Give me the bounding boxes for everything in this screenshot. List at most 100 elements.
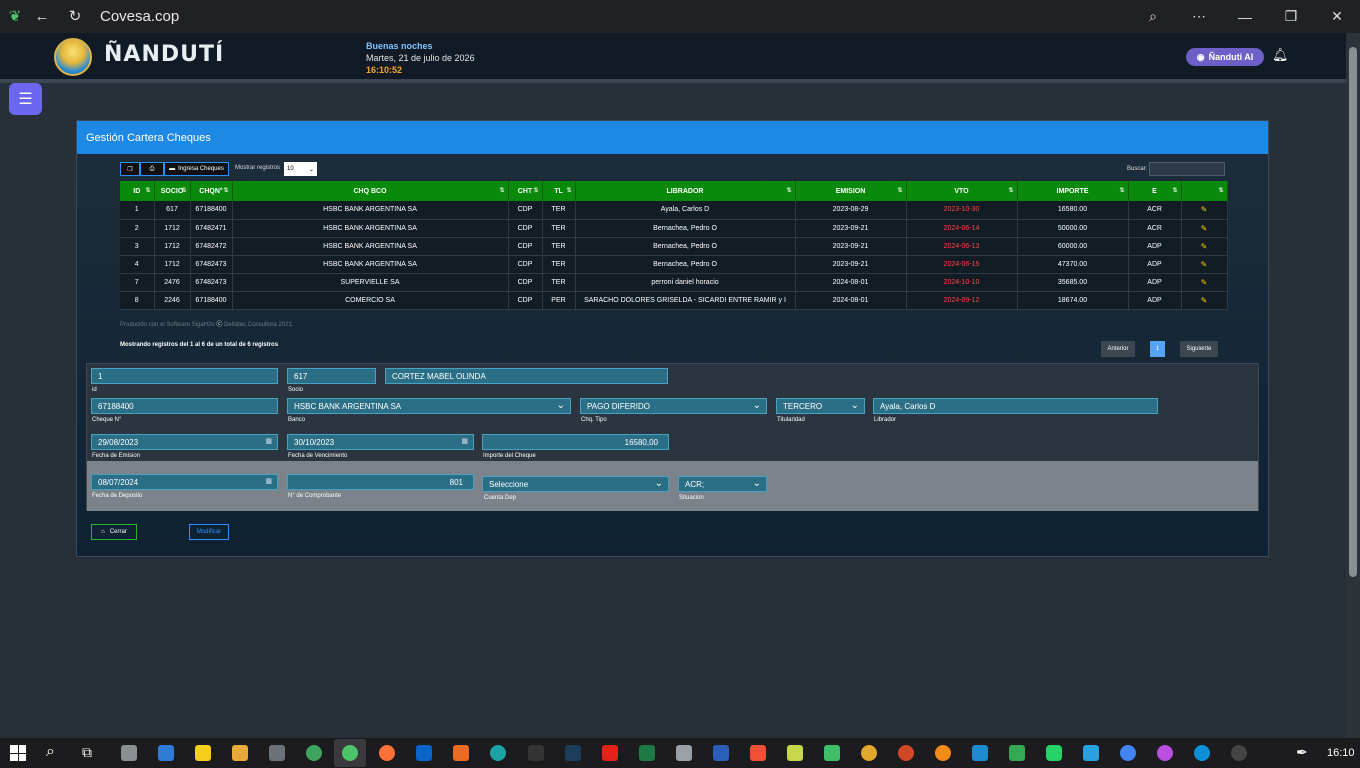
importe-field[interactable]: 16580,00: [482, 434, 669, 450]
column-header[interactable]: TL ⇅: [542, 181, 576, 201]
ingresa-cheques-button[interactable]: ▬ Ingresa Cheques: [164, 162, 229, 176]
office-icon[interactable]: [453, 745, 469, 761]
scrollbar-thumb[interactable]: [1349, 47, 1357, 577]
chrome-icon[interactable]: [1120, 745, 1136, 761]
titularidad-select[interactable]: TERCERO ⌄: [776, 398, 865, 414]
pen-icon[interactable]: ✒: [1296, 744, 1308, 761]
comprobante-field[interactable]: 801: [287, 474, 474, 490]
notepad-icon[interactable]: [787, 745, 803, 761]
ai-button[interactable]: ◉ Ñanduti AI: [1186, 48, 1264, 66]
vscode-icon[interactable]: [972, 745, 988, 761]
git-icon[interactable]: [750, 745, 766, 761]
excel-icon[interactable]: [639, 745, 655, 761]
next-page-button[interactable]: Siguiente: [1180, 341, 1218, 357]
taskbar-clock[interactable]: 16:10: [1327, 747, 1355, 759]
print-button[interactable]: ⎙: [140, 162, 164, 176]
nanduti-app-icon[interactable]: [306, 745, 322, 761]
youtube-icon[interactable]: [602, 745, 618, 761]
librador-field[interactable]: Ayala, Carlos D: [873, 398, 1158, 414]
reload-icon[interactable]: ↻: [66, 7, 84, 25]
media-app-icon[interactable]: [935, 745, 951, 761]
restore-icon[interactable]: ❐: [1268, 0, 1314, 33]
prev-page-button[interactable]: Anterior: [1101, 341, 1135, 357]
remote-app-icon[interactable]: [1083, 745, 1099, 761]
situacion-select[interactable]: ACR; ⌄: [678, 476, 767, 492]
minimize-icon[interactable]: —: [1222, 0, 1268, 33]
column-header[interactable]: CHQ BCO ⇅: [232, 181, 509, 201]
calendar-icon[interactable]: ▦: [265, 437, 272, 445]
table-row[interactable]: 7 2476 67482473 SUPERVIELLE SA CDP TER perroni…: [120, 273, 1228, 292]
search-icon[interactable]: ⌕: [46, 743, 55, 761]
cuenta-dep-select[interactable]: Seleccione ⌄: [482, 476, 669, 492]
color-app-icon[interactable]: [1157, 745, 1173, 761]
file-explorer-icon[interactable]: [121, 745, 137, 761]
edge-dev-icon[interactable]: [1194, 745, 1210, 761]
edit-icon[interactable]: ✎: [1201, 242, 1208, 251]
edit-icon[interactable]: ✎: [1201, 278, 1208, 287]
id-field[interactable]: 1: [91, 368, 278, 384]
cerrar-button[interactable]: ⌂ Cerrar: [91, 524, 137, 540]
column-header[interactable]: IMPORTE ⇅: [1017, 181, 1129, 201]
paw-app-icon[interactable]: [861, 745, 877, 761]
edit-icon[interactable]: ✎: [1201, 205, 1208, 214]
page-size-select[interactable]: 10 ⌄: [284, 162, 317, 176]
fecha-emision-field[interactable]: 29/08/2023 ▦: [91, 434, 278, 450]
powerpoint-icon[interactable]: [898, 745, 914, 761]
table-row[interactable]: 4 1712 67482473 HSBC BANK ARGENTINA SA CDP TE…: [120, 255, 1228, 274]
calculator-icon[interactable]: [269, 745, 285, 761]
menu-button[interactable]: ☰: [9, 83, 42, 115]
table-row[interactable]: 2 1712 67482471 HSBC BANK ARGENTINA SA CDP TE…: [120, 219, 1228, 238]
modificar-button[interactable]: Modificar: [189, 524, 229, 540]
column-header[interactable]: ⇅: [1181, 181, 1228, 201]
mail-icon[interactable]: [416, 745, 432, 761]
edit-icon[interactable]: ✎: [1201, 224, 1208, 233]
edge-icon[interactable]: [490, 745, 506, 761]
table-row[interactable]: 3 1712 67482472 HSBC BANK ARGENTINA SA CDP TE…: [120, 237, 1228, 256]
column-header[interactable]: CHQN° ⇅: [190, 181, 233, 201]
table-row[interactable]: 8 2246 67188400 COMERCIO SA CDP PER SARACHO DO…: [120, 291, 1228, 310]
zoom-icon[interactable]: ⌕: [1130, 0, 1176, 33]
table-row[interactable]: 1 617 67188400 HSBC BANK ARGENTINA SA CDP TER…: [120, 201, 1228, 220]
column-header[interactable]: CHT ⇅: [508, 181, 543, 201]
more-icon[interactable]: ⋯: [1176, 0, 1222, 33]
whatsapp-icon[interactable]: [1046, 745, 1062, 761]
column-header[interactable]: LIBRADOR ⇅: [575, 181, 796, 201]
edit-icon[interactable]: ✎: [1201, 296, 1208, 305]
back-icon[interactable]: ←: [33, 7, 51, 25]
bolt-app-icon[interactable]: [824, 745, 840, 761]
sticky-notes-icon[interactable]: [195, 745, 211, 761]
cheque-number-field[interactable]: 67188400: [91, 398, 278, 414]
fecha-vencimiento-field[interactable]: 30/10/2023 ▦: [287, 434, 474, 450]
task-view-icon[interactable]: ⧉: [82, 744, 92, 761]
scanner-icon[interactable]: [676, 745, 692, 761]
edit-icon[interactable]: ✎: [1201, 260, 1208, 269]
bell-icon[interactable]: 🔔︎: [1272, 47, 1289, 63]
firefox-icon[interactable]: [379, 745, 395, 761]
socio-field[interactable]: 617: [287, 368, 376, 384]
close-icon[interactable]: ✕: [1314, 0, 1360, 33]
outlook-icon[interactable]: [158, 745, 174, 761]
obs-icon[interactable]: [1231, 745, 1247, 761]
search-input[interactable]: [1149, 162, 1225, 176]
page-url[interactable]: Covesa.cop: [100, 8, 179, 25]
terminal-icon[interactable]: [528, 745, 544, 761]
calendar-icon[interactable]: ▦: [265, 477, 272, 485]
app-icon[interactable]: [565, 745, 581, 761]
column-header[interactable]: E ⇅: [1128, 181, 1182, 201]
chq-tipo-select[interactable]: PAGO DIFERIDO ⌄: [580, 398, 767, 414]
column-header[interactable]: VTO ⇅: [906, 181, 1018, 201]
fecha-deposito-field[interactable]: 08/07/2024 ▦: [91, 474, 278, 490]
column-header[interactable]: ID ⇅: [120, 181, 155, 201]
page-scrollbar[interactable]: [1346, 33, 1360, 738]
calendar-icon[interactable]: ▦: [461, 437, 468, 445]
page-1-button[interactable]: 1: [1150, 341, 1165, 357]
copy-button[interactable]: ❐: [120, 162, 140, 176]
banco-select[interactable]: HSBC BANK ARGENTINA SA ⌄: [287, 398, 571, 414]
socio-nombre-field[interactable]: CORTEZ MABEL OLINDA: [385, 368, 668, 384]
column-header[interactable]: SOCIO ⇅: [154, 181, 191, 201]
nanduti-browser-icon[interactable]: [342, 745, 358, 761]
folder-icon[interactable]: [232, 745, 248, 761]
word-icon[interactable]: [713, 745, 729, 761]
column-header[interactable]: EMISION ⇅: [795, 181, 907, 201]
windows-start-icon[interactable]: [10, 745, 26, 761]
